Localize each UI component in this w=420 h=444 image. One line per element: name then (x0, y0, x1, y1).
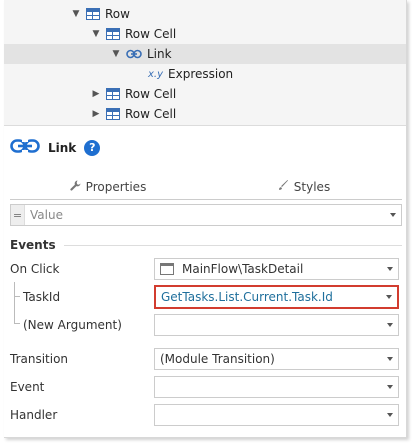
events-section-title: Events (10, 238, 56, 252)
table-icon (86, 8, 100, 20)
table-icon (106, 28, 120, 40)
handler-label: Handler (10, 408, 58, 422)
tree-item-label: Row Cell (125, 107, 177, 121)
tab-label: Properties (85, 179, 147, 194)
tab-properties[interactable]: Properties (10, 174, 206, 199)
task-id-field[interactable]: GetTasks.List.Current.Task.Id (154, 285, 399, 309)
table-icon (106, 108, 120, 120)
argument-guide-line (14, 282, 15, 324)
table-icon (106, 88, 120, 100)
widget-header: Link ? (10, 138, 101, 157)
on-click-value: MainFlow\TaskDetail (182, 262, 304, 276)
tree-item-label: Row (105, 7, 130, 21)
argument-guide-branch (14, 323, 20, 324)
expression-icon: x.y (148, 68, 164, 80)
task-id-label: TaskId (23, 290, 61, 304)
on-click-field[interactable]: MainFlow\TaskDetail (154, 258, 399, 280)
tree-item-label: Link (147, 47, 172, 61)
task-id-value: GetTasks.List.Current.Task.Id (161, 290, 333, 304)
tree-item-row-cell[interactable]: ▼ Row Cell (4, 24, 406, 44)
caret-down-icon[interactable]: ▼ (110, 48, 122, 60)
section-divider (64, 245, 402, 246)
transition-label: Transition (10, 352, 69, 366)
tab-label: Styles (293, 179, 331, 194)
argument-guide-branch (14, 296, 20, 297)
chevron-down-icon[interactable] (387, 357, 393, 361)
tree-item-row[interactable]: ▼ Row (4, 4, 406, 24)
chevron-down-icon[interactable] (387, 267, 393, 271)
event-field[interactable] (154, 376, 399, 398)
properties-panel: ▼ Row ▼ Row Cell ▼ Link x.y Expression ▶… (4, 0, 407, 438)
tree-item-expression[interactable]: x.y Expression (4, 64, 406, 84)
link-icon (126, 49, 142, 59)
widget-title: Link (48, 140, 77, 155)
panel-tabs: Properties Styles (10, 174, 402, 200)
tree-item-row-cell[interactable]: ▶ Row Cell (4, 84, 406, 104)
equals-icon: = (11, 205, 25, 225)
tree-item-label: Expression (168, 67, 234, 81)
chevron-down-icon[interactable] (390, 213, 396, 217)
caret-right-icon[interactable]: ▶ (90, 88, 102, 100)
caret-down-icon[interactable]: ▼ (70, 8, 82, 20)
tree-item-row-cell[interactable]: ▶ Row Cell (4, 104, 406, 124)
value-placeholder: Value (30, 208, 63, 222)
caret-right-icon[interactable]: ▶ (90, 108, 102, 120)
new-argument-label: (New Argument) (23, 318, 122, 332)
on-click-label: On Click (10, 262, 60, 276)
wrench-icon (70, 180, 81, 194)
chevron-down-icon[interactable] (387, 385, 393, 389)
tree-item-link[interactable]: ▼ Link (4, 44, 406, 64)
transition-field[interactable]: (Module Transition) (154, 348, 399, 370)
tree-item-label: Row Cell (125, 87, 177, 101)
caret-down-icon[interactable]: ▼ (90, 28, 102, 40)
widget-tree: ▼ Row ▼ Row Cell ▼ Link x.y Expression ▶… (4, 0, 406, 126)
event-label: Event (10, 380, 45, 394)
brush-icon (278, 179, 289, 194)
new-argument-field[interactable] (154, 314, 399, 336)
chevron-down-icon[interactable] (386, 295, 392, 299)
tree-item-label: Row Cell (125, 27, 177, 41)
transition-value: (Module Transition) (160, 352, 275, 366)
chevron-down-icon[interactable] (387, 323, 393, 327)
help-icon[interactable]: ? (84, 139, 101, 156)
screen-icon (160, 263, 174, 275)
chevron-down-icon[interactable] (387, 413, 393, 417)
handler-field[interactable] (154, 404, 399, 426)
value-field[interactable]: = Value (10, 204, 402, 226)
tab-styles[interactable]: Styles (206, 174, 402, 199)
link-icon (10, 138, 40, 157)
